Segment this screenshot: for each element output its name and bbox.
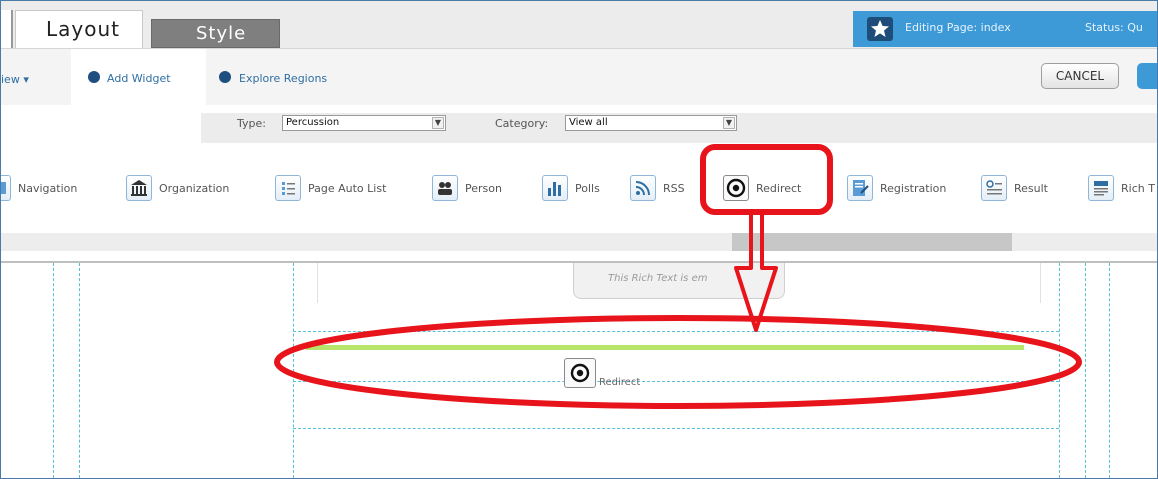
tab-left-stub (1, 10, 13, 48)
type-label: Type: (237, 117, 266, 130)
tab-layout[interactable]: Layout (15, 10, 143, 48)
document-icon (1, 175, 11, 201)
widget-label: Redirect (756, 181, 802, 195)
explore-regions-label: Explore Regions (239, 72, 328, 85)
chevron-down-icon: ▼ (432, 117, 444, 129)
tab-layout-label: Layout (46, 17, 120, 41)
widget-label: RSS (663, 181, 685, 195)
region-border (293, 428, 1059, 429)
dragged-widget-label: Redirect (599, 377, 641, 388)
category-label: Category: (495, 117, 549, 130)
type-select[interactable]: Percussion ▼ (282, 115, 446, 131)
widget-page-auto-list[interactable]: Page Auto List (275, 171, 386, 205)
cancel-button[interactable]: CANCEL (1041, 63, 1119, 89)
star-icon[interactable] (867, 17, 893, 41)
tab-style[interactable]: Style (151, 19, 280, 48)
widget-redirect[interactable]: Redirect (723, 171, 801, 205)
page-editor-frame: Layout Style Editing Page: index Status:… (0, 0, 1158, 479)
search-list-icon (981, 175, 1007, 201)
widget-label: Registration (880, 181, 947, 195)
region-border (1109, 263, 1110, 478)
region-border (1085, 263, 1086, 478)
toolbar: iew ▾ Add Widget Explore Regions CANCEL (1, 48, 1157, 106)
widget-filter-row: Type: Percussion ▼ Category: View all ▼ (1, 105, 1157, 145)
form-icon (847, 175, 873, 201)
widget-label: Organization (159, 181, 230, 195)
rss-icon (630, 175, 656, 201)
rich-text-placeholder: This Rich Text is em (608, 273, 708, 284)
widget-label: Result (1014, 181, 1048, 195)
people-icon (432, 175, 458, 201)
rich-text-widget[interactable]: This Rich Text is em (573, 263, 785, 299)
explore-regions-icon (219, 71, 231, 83)
bar-chart-icon (542, 175, 568, 201)
widget-navigation[interactable]: Navigation (1, 171, 78, 205)
add-widget-icon (88, 71, 100, 83)
rich-text-icon (1088, 175, 1114, 201)
region-border (1059, 263, 1060, 478)
editing-page-text: Editing Page: index (905, 21, 1011, 34)
add-widget-label: Add Widget (107, 72, 171, 85)
widget-label: Navigation (18, 181, 78, 195)
target-icon[interactable] (564, 358, 596, 388)
status-text: Status: Qu (1085, 21, 1143, 34)
tab-style-label: Style (196, 23, 247, 44)
tab-bar: Layout Style Editing Page: index Status:… (1, 1, 1157, 48)
category-select-value: View all (569, 117, 608, 128)
drop-target-indicator (306, 345, 1024, 350)
widget-label: Rich T (1121, 181, 1155, 195)
type-select-value: Percussion (286, 117, 340, 128)
region-border (79, 263, 80, 478)
region-border (293, 331, 1059, 332)
building-icon (126, 175, 152, 201)
region-border (293, 381, 1059, 382)
region-border (293, 263, 294, 478)
widget-label: Page Auto List (308, 181, 387, 195)
list-icon (275, 175, 301, 201)
add-widget-button[interactable]: Add Widget (71, 49, 206, 105)
target-icon (723, 175, 749, 201)
category-select[interactable]: View all ▼ (565, 115, 737, 131)
widget-registration[interactable]: Registration (847, 171, 946, 205)
scrollbar-thumb[interactable] (732, 233, 1012, 251)
widget-person[interactable]: Person (432, 171, 502, 205)
widget-organization[interactable]: Organization (126, 171, 229, 205)
view-dropdown[interactable]: iew ▾ (1, 73, 29, 86)
editing-status-bar: Editing Page: index Status: Qu (853, 11, 1157, 47)
widget-polls[interactable]: Polls (542, 171, 600, 205)
widget-rss[interactable]: RSS (630, 171, 685, 205)
widget-label: Polls (575, 181, 600, 195)
chevron-down-icon: ▼ (723, 117, 735, 129)
region-border (53, 263, 54, 478)
widget-rich-text[interactable]: Rich T (1088, 171, 1155, 205)
widget-result[interactable]: Result (981, 171, 1048, 205)
widget-tray: Navigation Organization Page Auto List P… (1, 145, 1157, 235)
widget-label: Person (465, 181, 502, 195)
save-button[interactable] (1137, 63, 1157, 89)
